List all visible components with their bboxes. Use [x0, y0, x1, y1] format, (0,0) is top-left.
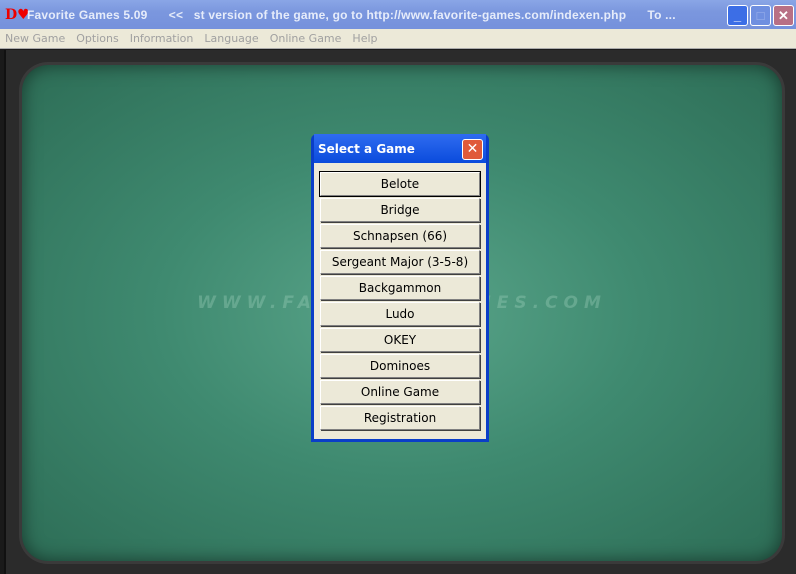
menu-new-game[interactable]: New Game: [0, 29, 71, 48]
game-button-backgammon[interactable]: Backgammon: [320, 276, 480, 300]
game-button-belote[interactable]: Belote: [319, 171, 481, 197]
select-game-dialog: Select a Game ✕ Belote Bridge Schnapsen …: [311, 134, 489, 442]
game-button-sergeant-major[interactable]: Sergeant Major (3-5-8): [320, 250, 480, 274]
close-button[interactable]: ✕: [773, 5, 794, 26]
menu-options[interactable]: Options: [70, 29, 124, 48]
menu-bar: New Game Options Information Language On…: [0, 29, 796, 49]
dialog-close-button[interactable]: ✕: [462, 139, 483, 160]
game-button-bridge[interactable]: Bridge: [320, 198, 480, 222]
dialog-title-bar: Select a Game ✕: [314, 134, 486, 163]
dialog-title: Select a Game: [318, 142, 415, 156]
game-button-schnapsen[interactable]: Schnapsen (66): [320, 224, 480, 248]
title-bar: D♥ Favorite Games 5.09 << st version of …: [0, 0, 796, 29]
app-logo-icon: D♥: [5, 6, 30, 23]
game-button-ludo[interactable]: Ludo: [320, 302, 480, 326]
minimize-button[interactable]: _: [727, 5, 748, 26]
game-button-dominoes[interactable]: Dominoes: [320, 354, 480, 378]
game-list: Belote Bridge Schnapsen (66) Sergeant Ma…: [314, 163, 486, 439]
menu-information[interactable]: Information: [124, 29, 200, 48]
menu-online-game[interactable]: Online Game: [264, 29, 348, 48]
game-button-online-game[interactable]: Online Game: [320, 380, 480, 404]
window-title: Favorite Games 5.09 << st version of the…: [27, 7, 676, 22]
maximize-button[interactable]: □: [750, 5, 771, 26]
menu-language[interactable]: Language: [198, 29, 264, 48]
game-button-registration[interactable]: Registration: [320, 406, 480, 430]
game-button-okey[interactable]: OKEY: [320, 328, 480, 352]
menu-help[interactable]: Help: [346, 29, 383, 48]
